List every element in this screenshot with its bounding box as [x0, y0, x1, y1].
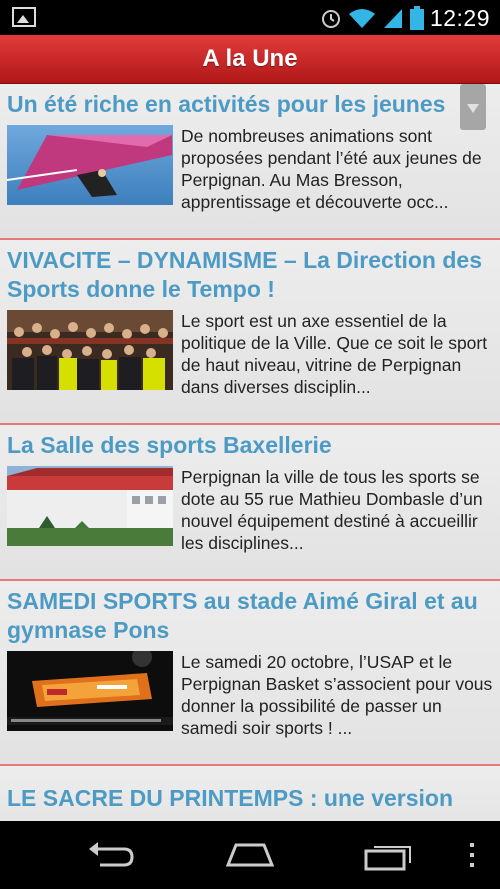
article-headline[interactable]: Un été riche en activités pour les jeune…: [7, 90, 493, 119]
article-item[interactable]: Un été riche en activités pour les jeune…: [0, 84, 500, 240]
article-headline[interactable]: VIVACITE – DYNAMISME – La Direction des …: [7, 246, 493, 304]
status-bar: 12:29: [0, 0, 500, 35]
article-thumbnail[interactable]: [7, 310, 173, 390]
article-item[interactable]: VIVACITE – DYNAMISME – La Direction des …: [0, 240, 500, 425]
back-icon[interactable]: [86, 835, 136, 875]
app-title: A la Une: [202, 45, 298, 72]
article-excerpt: Le samedi 20 octobre, l’USAP et le Perpi…: [181, 652, 493, 738]
gallery-icon: [12, 7, 36, 27]
article-list[interactable]: Un été riche en activités pour les jeune…: [0, 84, 500, 821]
article-headline[interactable]: La Salle des sports Baxellerie: [7, 431, 493, 460]
article-excerpt: Perpignan la ville de tous les sports se…: [181, 467, 483, 553]
article-excerpt: Le sport est un axe essentiel de la poli…: [181, 311, 488, 397]
clock-time: 12:29: [429, 4, 490, 31]
article-excerpt: De nombreuses animations sont proposées …: [181, 126, 482, 212]
navigation-bar: [0, 821, 500, 889]
article-item[interactable]: LE SACRE DU PRINTEMPS : une version: [0, 766, 500, 821]
alarm-icon: [321, 10, 340, 28]
home-icon[interactable]: [222, 835, 278, 875]
article-thumbnail[interactable]: [7, 125, 173, 205]
article-thumbnail[interactable]: [7, 466, 173, 546]
app-bar: A la Une: [0, 35, 500, 84]
article-thumbnail[interactable]: [7, 651, 173, 731]
scroll-thumb[interactable]: [460, 84, 486, 130]
battery-icon: [409, 6, 424, 30]
article-item[interactable]: La Salle des sports Baxellerie Perpignan…: [0, 425, 500, 581]
menu-icon[interactable]: [466, 835, 478, 875]
article-headline[interactable]: LE SACRE DU PRINTEMPS : une version: [7, 784, 493, 813]
wifi-icon: [348, 9, 375, 28]
article-item[interactable]: SAMEDI SPORTS au stade Aimé Giral et au …: [0, 581, 500, 766]
recent-apps-icon[interactable]: [364, 835, 416, 875]
signal-icon: [383, 9, 402, 28]
article-headline[interactable]: SAMEDI SPORTS au stade Aimé Giral et au …: [7, 587, 493, 645]
